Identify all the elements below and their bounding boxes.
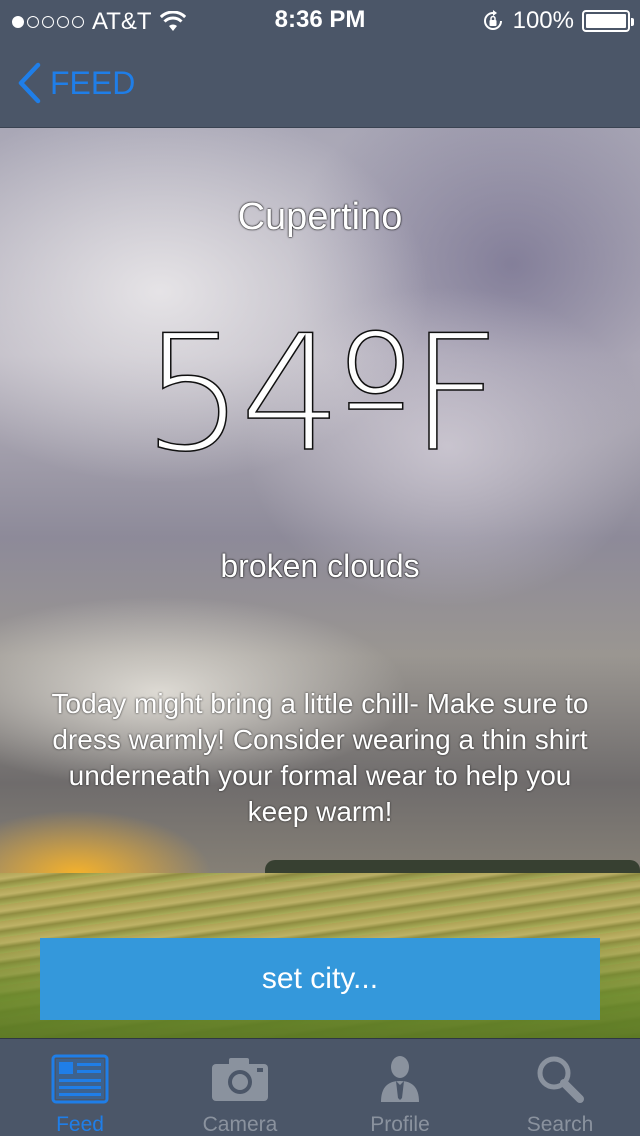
- tab-search[interactable]: Search: [480, 1039, 640, 1136]
- weather-view: Cupertino 54ºF broken clouds Today might…: [0, 128, 640, 1038]
- battery-icon: [582, 10, 634, 32]
- tab-feed-label: Feed: [56, 1113, 104, 1136]
- rotation-lock-icon: [483, 10, 502, 30]
- clothing-advice: Today might bring a little chill- Make s…: [51, 688, 589, 827]
- tab-feed[interactable]: Feed: [0, 1039, 160, 1136]
- tab-bar: Feed Camera Profile Search: [0, 1038, 640, 1136]
- set-city-button[interactable]: set city...: [40, 938, 600, 1020]
- tab-camera[interactable]: Camera: [160, 1039, 320, 1136]
- top-bar: AT&T 8:36 PM 100% FEED: [0, 0, 640, 128]
- weather-condition: broken clouds: [220, 548, 420, 584]
- city-name: Cupertino: [237, 196, 403, 238]
- camera-icon: [210, 1051, 270, 1107]
- back-button[interactable]: FEED: [16, 62, 135, 104]
- feed-icon: [50, 1051, 110, 1107]
- tab-profile[interactable]: Profile: [320, 1039, 480, 1136]
- tab-camera-label: Camera: [202, 1113, 278, 1136]
- status-right: 100%: [481, 7, 634, 35]
- back-button-label: FEED: [50, 64, 136, 101]
- tab-search-label: Search: [526, 1113, 594, 1136]
- chevron-left-icon: [18, 62, 41, 104]
- battery-percent: 100%: [512, 7, 574, 34]
- profile-icon: [370, 1051, 430, 1107]
- status-bar: AT&T 8:36 PM 100%: [0, 0, 640, 40]
- temperature: 54ºF: [142, 300, 503, 487]
- tab-profile-label: Profile: [370, 1113, 430, 1136]
- search-icon: [530, 1051, 590, 1107]
